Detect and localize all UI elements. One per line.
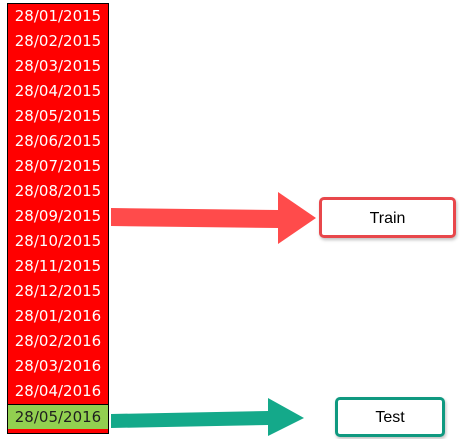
- test-label: Test: [375, 409, 405, 426]
- train-arrow: [111, 192, 316, 244]
- train-label-box: Train: [319, 197, 456, 238]
- test-label-box: Test: [335, 397, 445, 437]
- test-arrow: [111, 398, 304, 436]
- train-label: Train: [369, 210, 406, 227]
